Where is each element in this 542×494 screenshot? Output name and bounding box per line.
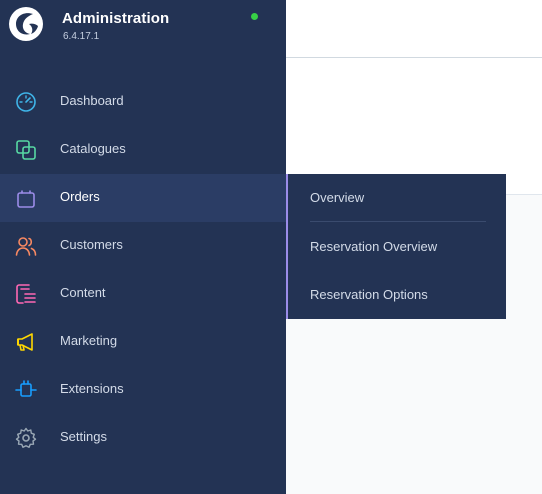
sidebar-item-extensions[interactable]: Extensions [0, 366, 286, 414]
sidebar-item-label: Orders [60, 189, 100, 204]
sidebar-item-label: Extensions [60, 381, 124, 396]
sidebar-item-catalogues[interactable]: Catalogues [0, 126, 286, 174]
content-icon [16, 284, 36, 304]
app-title: Administration [62, 10, 170, 27]
flyout-item-reservation-overview[interactable]: Reservation Overview [310, 239, 437, 254]
sidebar-item-customers[interactable]: Customers [0, 222, 286, 270]
status-indicator [251, 13, 258, 20]
gear-icon [15, 427, 37, 448]
sidebar-item-settings[interactable]: Settings [0, 414, 286, 462]
users-icon [15, 237, 37, 256]
orders-flyout-menu: Overview Reservation Overview Reservatio… [286, 174, 506, 319]
flyout-item-overview[interactable]: Overview [310, 190, 364, 205]
sidebar-item-label: Marketing [60, 333, 118, 348]
sidebar-item-orders[interactable]: Orders [0, 174, 286, 222]
catalogue-icon [16, 140, 36, 160]
sidebar-item-content[interactable]: Content [0, 270, 286, 318]
sidebar-item-label: Customers [60, 237, 123, 252]
sidebar-item-label: Catalogues [60, 141, 126, 156]
sidebar-item-marketing[interactable]: Marketing [0, 318, 286, 366]
sidebar-item-dashboard[interactable]: Dashboard [0, 78, 286, 126]
shopping-bag-icon [17, 190, 35, 208]
sidebar-header: Administration 6.4.17.1 [0, 0, 286, 56]
app-version: 6.4.17.1 [63, 31, 100, 42]
megaphone-icon [17, 333, 33, 351]
sidebar-item-label: Content [60, 285, 106, 300]
sidebar: Administration 6.4.17.1 Dashboard Catalo… [0, 0, 286, 494]
shopware-logo-icon[interactable] [7, 5, 45, 43]
sidebar-item-label: Settings [60, 429, 107, 444]
topbar-divider [286, 57, 542, 58]
sidebar-item-label: Dashboard [60, 93, 124, 108]
gauge-icon [16, 92, 36, 112]
flyout-item-reservation-options[interactable]: Reservation Options [310, 287, 428, 302]
flyout-divider [310, 221, 486, 222]
plug-icon [15, 380, 37, 397]
